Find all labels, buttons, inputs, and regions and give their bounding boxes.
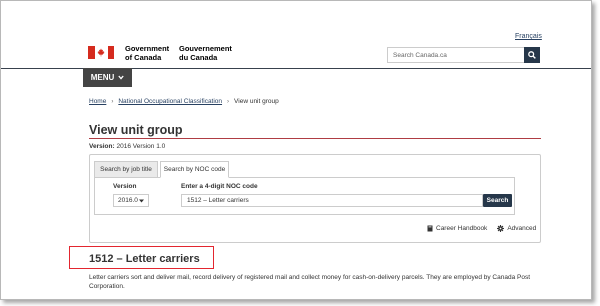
search-options-links: Career Handbook Advanced xyxy=(427,225,536,232)
dropdown-arrow-icon xyxy=(139,199,144,202)
breadcrumb-current: View unit group xyxy=(234,98,279,105)
book-icon xyxy=(427,225,433,232)
government-of-canada-wordmark-fr: Gouvernement du Canada xyxy=(179,44,232,62)
advanced-search-link[interactable]: Advanced xyxy=(497,225,536,232)
site-search-button[interactable] xyxy=(524,47,540,63)
noc-code-label: Enter a 4-digit NOC code xyxy=(181,183,258,190)
highlight-box xyxy=(69,246,214,269)
site-search xyxy=(387,47,540,63)
browser-page: Français Government of Canada Gouverneme… xyxy=(0,0,592,300)
breadcrumb-noc[interactable]: National Occupational Classification xyxy=(118,98,222,105)
page-title: View unit group xyxy=(89,123,183,137)
canada-flag-logo xyxy=(88,46,114,59)
tab-search-by-noc-code[interactable]: Search by NOC code xyxy=(160,161,229,178)
version-label: Version: xyxy=(89,143,115,150)
version-select-label: Version xyxy=(113,183,137,190)
noc-search-button[interactable]: Search xyxy=(483,194,512,207)
tab-search-by-job-title[interactable]: Search by job title xyxy=(94,161,158,178)
career-handbook-link[interactable]: Career Handbook xyxy=(427,225,487,232)
breadcrumb: Home › National Occupational Classificat… xyxy=(89,98,279,105)
version-value: 2016 Version 1.0 xyxy=(116,143,166,150)
title-underline xyxy=(89,138,541,139)
government-of-canada-wordmark-en: Government of Canada xyxy=(125,44,170,62)
site-search-input[interactable] xyxy=(387,47,524,63)
chevron-down-icon xyxy=(118,75,124,80)
breadcrumb-separator: › xyxy=(111,98,114,105)
magnifier-icon xyxy=(528,51,536,59)
unit-group-description: Letter carriers sort and deliver mail, r… xyxy=(89,274,530,290)
noc-code-input[interactable] xyxy=(181,194,483,207)
breadcrumb-home[interactable]: Home xyxy=(89,98,106,105)
language-toggle-link[interactable]: Français xyxy=(515,33,542,40)
breadcrumb-separator: › xyxy=(227,98,230,105)
version-select[interactable]: 2016.0 xyxy=(113,194,149,207)
menu-label: MENU xyxy=(90,73,115,82)
version-select-value: 2016.0 xyxy=(118,197,138,204)
menu-button[interactable]: MENU xyxy=(83,68,132,87)
version-info: Version: 2016 Version 1.0 xyxy=(89,143,165,150)
gear-icon xyxy=(497,225,505,232)
maple-leaf-icon xyxy=(97,48,105,57)
career-handbook-label: Career Handbook xyxy=(436,225,488,232)
advanced-label: Advanced xyxy=(507,225,537,232)
